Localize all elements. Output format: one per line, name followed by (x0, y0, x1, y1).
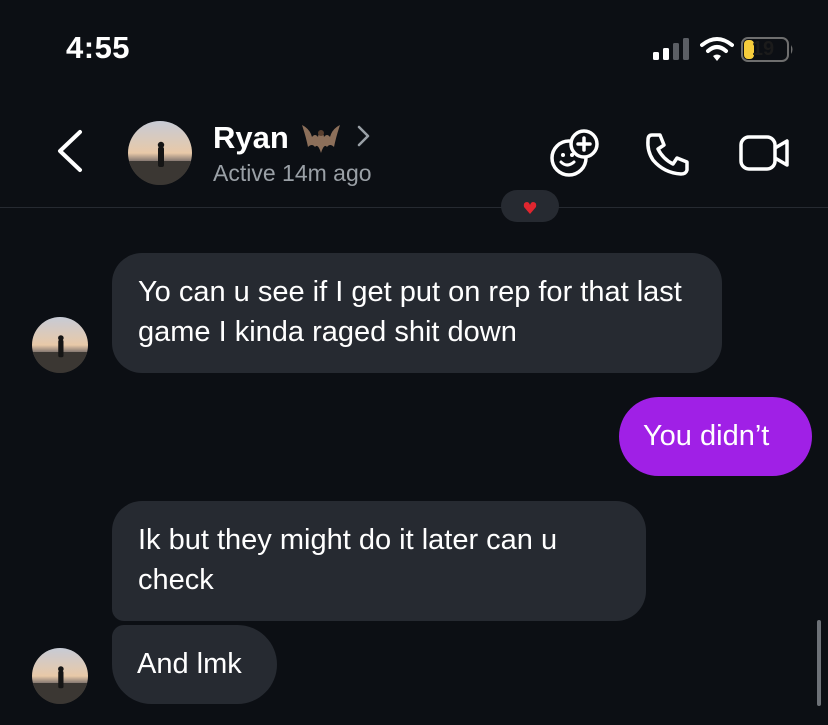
reaction-badge[interactable] (501, 190, 559, 222)
avatar-photo-icon (128, 121, 192, 185)
scrollbar[interactable] (817, 620, 821, 706)
avatar-photo-icon (32, 317, 88, 373)
active-status: Active 14m ago (213, 160, 372, 186)
wifi-icon (700, 37, 734, 61)
effects-icon[interactable] (549, 127, 601, 179)
contact-avatar[interactable] (128, 121, 192, 185)
sender-avatar[interactable] (32, 317, 88, 373)
cellular-signal-icon (653, 38, 689, 60)
chat-screen: 4:55 19 Ryan Active 14m ago Yo can u see… (0, 0, 828, 725)
message-bubble-incoming[interactable]: Ik but they might do it later can u chec… (112, 501, 646, 621)
contact-name[interactable]: Ryan (213, 120, 289, 156)
message-bubble-incoming[interactable]: Yo can u see if I get put on rep for tha… (112, 253, 722, 373)
status-time: 4:55 (66, 30, 131, 65)
bat-emoji-icon (302, 125, 340, 153)
message-bubble-outgoing[interactable]: You didn’t (619, 397, 812, 476)
chevron-right-icon[interactable] (354, 124, 372, 148)
heart-icon (523, 202, 537, 214)
chevron-left-icon[interactable] (52, 128, 88, 174)
header-divider (0, 207, 828, 208)
video-camera-icon[interactable] (738, 132, 790, 174)
phone-icon[interactable] (644, 131, 692, 177)
avatar-photo-icon (32, 648, 88, 704)
sender-avatar[interactable] (32, 648, 88, 704)
message-bubble-incoming[interactable]: And lmk (112, 625, 277, 704)
battery-level: 19 (751, 38, 775, 60)
